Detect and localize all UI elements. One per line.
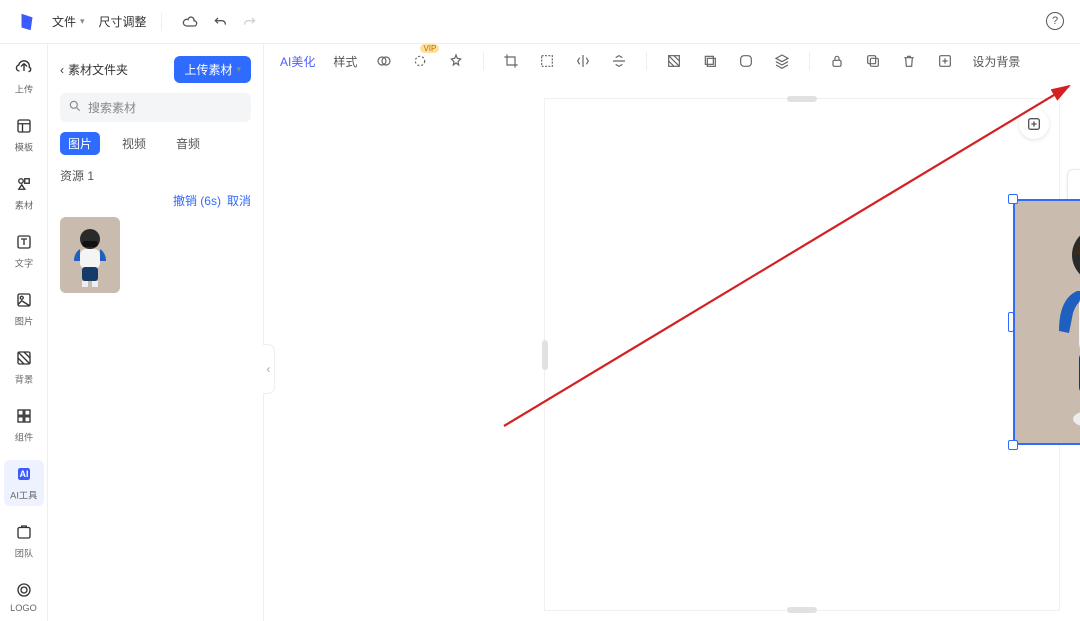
search-placeholder: 搜索素材	[88, 99, 136, 116]
background-icon	[14, 348, 34, 368]
undo-link[interactable]: 撤销 (6s)	[173, 192, 221, 209]
separator	[483, 52, 484, 70]
border-icon[interactable]: VIP	[411, 52, 429, 70]
crop-icon[interactable]	[502, 52, 520, 70]
delete-icon[interactable]	[900, 52, 918, 70]
text-icon	[14, 232, 34, 252]
nav-aitool[interactable]: AIAI工具	[4, 460, 44, 506]
ai-icon: AI	[14, 464, 34, 484]
chevron-left-icon: ‹	[60, 63, 64, 77]
resize-handle-tl[interactable]	[1008, 194, 1018, 204]
back-button[interactable]: ‹素材文件夹	[60, 61, 128, 78]
separator	[161, 13, 162, 31]
nav-background[interactable]: 背景	[4, 344, 44, 390]
nav-material[interactable]: 素材	[4, 170, 44, 216]
team-icon	[14, 522, 34, 542]
upload-icon	[14, 58, 34, 78]
nav-text[interactable]: 文字	[4, 228, 44, 274]
topbar: 文件▾ 尺寸调整 ?	[0, 0, 1080, 44]
nav-component[interactable]: 组件	[4, 402, 44, 448]
upload-material-button[interactable]: 上传素材▾	[174, 56, 251, 83]
cancel-link[interactable]: 取消	[227, 192, 251, 209]
resize-handle-bl[interactable]	[1008, 440, 1018, 450]
asset-tabs: 图片 视频 音频	[60, 132, 251, 155]
flip-v-icon[interactable]	[610, 52, 628, 70]
nav-team[interactable]: 团队	[4, 518, 44, 564]
canvas-area: AI美化 样式 VIP 设为背景 ‹	[264, 44, 1080, 621]
redo-icon	[242, 14, 258, 30]
app-logo[interactable]	[16, 11, 38, 33]
canvas-handle-top[interactable]	[787, 96, 817, 102]
nav-logo[interactable]: LOGO	[4, 576, 44, 618]
search-input[interactable]: 搜索素材	[60, 93, 251, 122]
selected-image[interactable]	[1013, 199, 1080, 445]
tab-audio[interactable]: 音频	[168, 132, 208, 155]
resize-menu[interactable]: 尺寸调整	[99, 13, 147, 30]
opacity-icon[interactable]	[375, 52, 393, 70]
collapse-panel-button[interactable]: ‹	[263, 344, 275, 394]
ai-beautify-button[interactable]: AI美化	[280, 53, 315, 70]
file-menu[interactable]: 文件▾	[52, 13, 85, 30]
topbar-left: 文件▾ 尺寸调整	[16, 11, 258, 33]
svg-text:AI: AI	[19, 469, 28, 479]
flip-h-icon[interactable]	[574, 52, 592, 70]
shadow-icon[interactable]	[701, 52, 719, 70]
resize-handle-lm[interactable]	[1008, 312, 1014, 332]
nav-template[interactable]: 模板	[4, 112, 44, 158]
cloud-sync-icon[interactable]	[182, 14, 198, 30]
search-icon	[68, 99, 82, 116]
set-as-background-button[interactable]: 设为背景	[972, 53, 1020, 70]
copy-icon[interactable]	[864, 52, 882, 70]
more-icon[interactable]	[936, 52, 954, 70]
undo-row: 撤销 (6s) 取消	[60, 192, 251, 209]
context-toolbar: AI美化 样式 VIP 设为背景	[264, 44, 1080, 78]
add-page-button[interactable]	[1019, 109, 1049, 139]
undo-icon[interactable]	[212, 14, 228, 30]
image-icon	[14, 290, 34, 310]
component-icon	[14, 406, 34, 426]
nav-upload[interactable]: 上传	[4, 54, 44, 100]
transparency-icon[interactable]	[665, 52, 683, 70]
vertical-nav: 上传 模板 素材 文字 图片 背景 组件 AIAI工具 团队 LOGO	[0, 44, 48, 621]
design-canvas[interactable]: AI找相似	[544, 98, 1060, 611]
nav-image[interactable]: 图片	[4, 286, 44, 332]
chevron-down-icon: ▾	[80, 16, 85, 27]
lock-icon[interactable]	[828, 52, 846, 70]
help-button[interactable]: ?	[1046, 12, 1064, 30]
template-icon	[14, 116, 34, 136]
chevron-down-icon: ▾	[236, 64, 241, 75]
asset-thumbnail[interactable]	[60, 217, 120, 293]
resource-count: 资源 1	[60, 167, 251, 184]
style-button[interactable]: 样式	[333, 53, 357, 70]
separator	[646, 52, 647, 70]
side-panel: ‹素材文件夹 上传素材▾ 搜索素材 图片 视频 音频 资源 1 撤销 (6s) …	[48, 44, 264, 621]
layer-icon[interactable]	[773, 52, 791, 70]
round-icon[interactable]	[737, 52, 755, 70]
vip-badge: VIP	[420, 44, 439, 53]
effects-icon[interactable]	[447, 52, 465, 70]
canvas-handle-left[interactable]	[542, 340, 548, 370]
logo-icon	[14, 580, 34, 600]
tab-video[interactable]: 视频	[114, 132, 154, 155]
canvas-handle-bottom[interactable]	[787, 607, 817, 613]
separator	[809, 52, 810, 70]
cutout-icon[interactable]	[538, 52, 556, 70]
selected-element[interactable]	[1013, 199, 1080, 445]
material-icon	[14, 174, 34, 194]
tab-image[interactable]: 图片	[60, 132, 100, 155]
